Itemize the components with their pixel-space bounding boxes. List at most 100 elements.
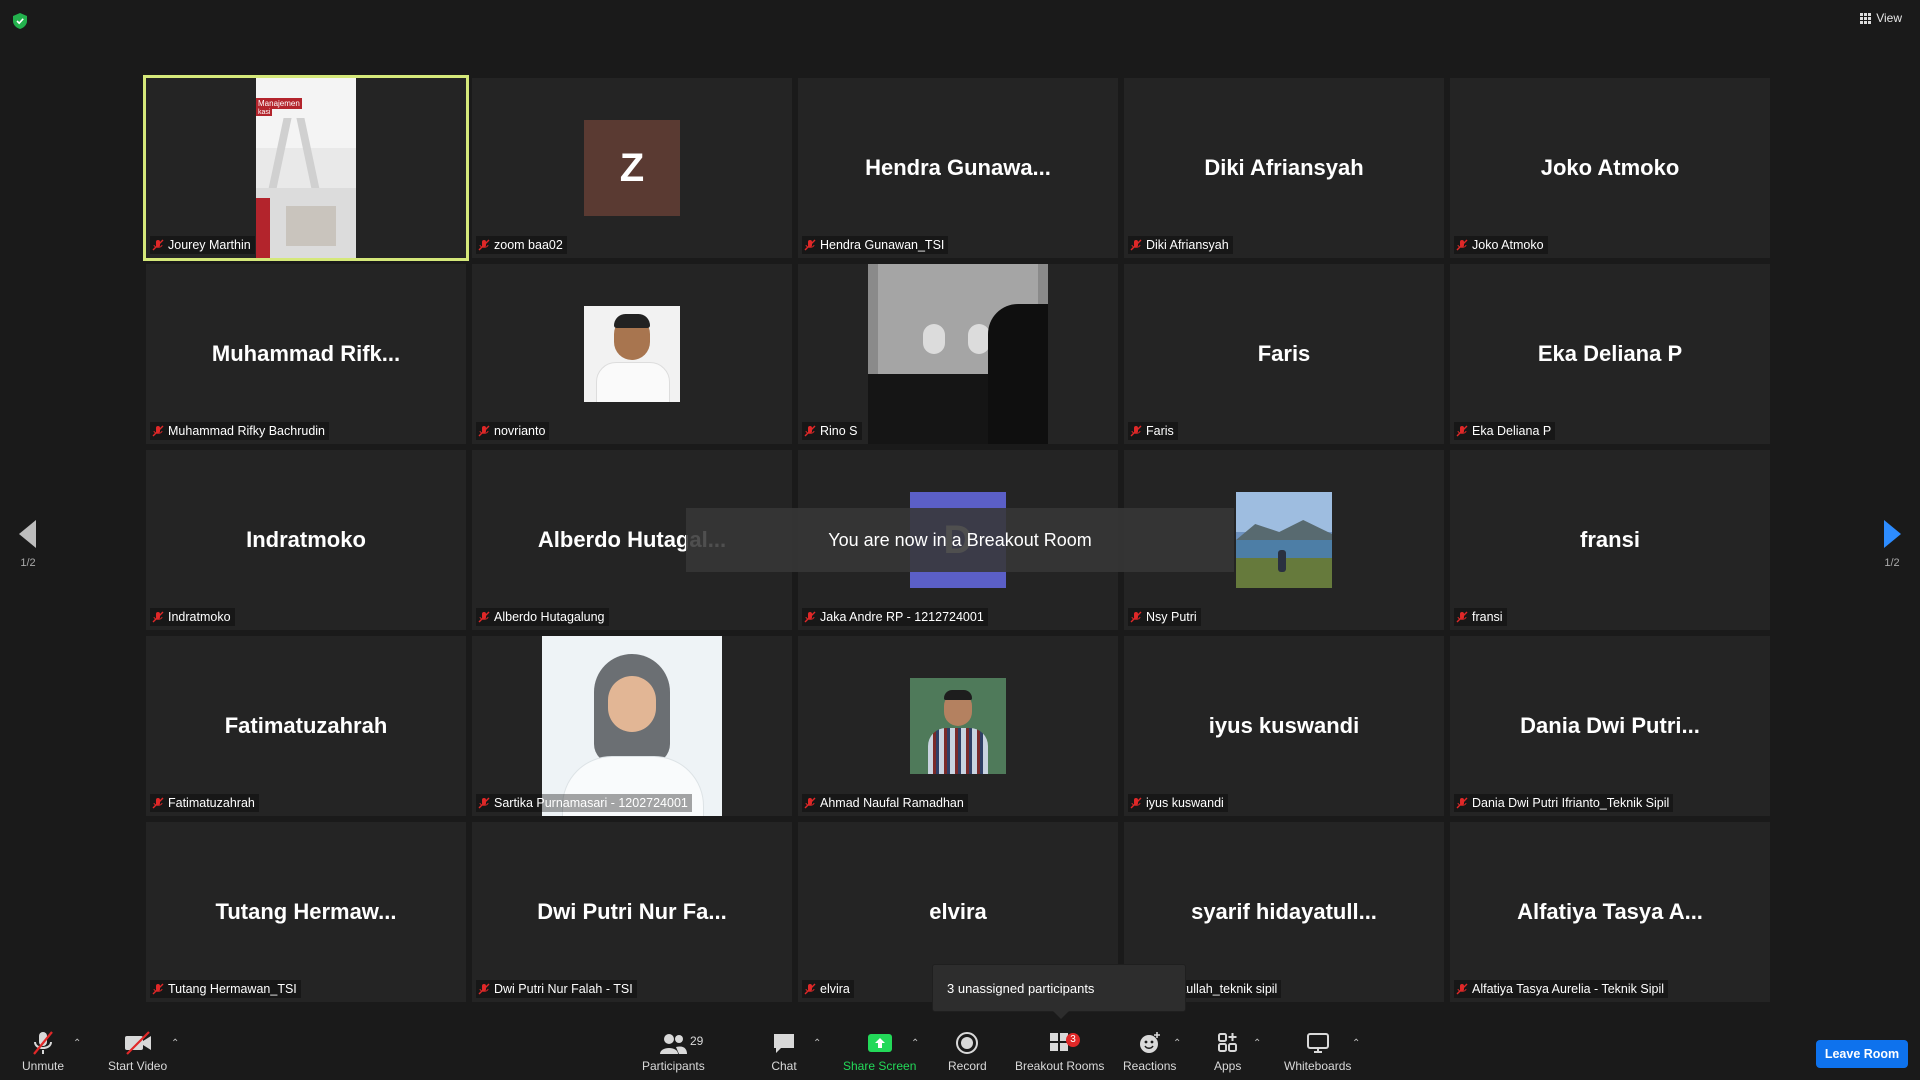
grid-view-icon — [1860, 12, 1872, 24]
mic-muted-icon — [804, 611, 816, 623]
participant-tile[interactable]: fransi fransi — [1450, 450, 1770, 630]
participant-tile[interactable]: Sartika Purnamasari - 1202724001 — [472, 636, 792, 816]
mic-muted-icon — [478, 425, 490, 437]
mic-muted-icon — [1130, 239, 1142, 251]
participant-tile[interactable]: Rino S — [798, 264, 1118, 444]
participant-display-name: Indratmoko — [246, 527, 366, 552]
participant-tile[interactable]: Tutang Hermaw... Tutang Hermawan_TSI — [146, 822, 466, 1002]
participant-display-name: Fatimatuzahrah — [224, 713, 388, 738]
next-page-button[interactable]: 1/2 — [1872, 520, 1912, 569]
leave-room-button[interactable]: Leave Room — [1816, 1040, 1908, 1068]
mic-muted-icon — [804, 797, 816, 809]
participant-name-label: Jourey Marthin — [150, 236, 255, 254]
participant-tile[interactable]: Eka Deliana P Eka Deliana P — [1450, 264, 1770, 444]
mic-muted-icon — [478, 983, 490, 995]
share-screen-icon — [867, 1034, 892, 1052]
chat-options-caret[interactable]: ⌃ — [813, 1038, 821, 1049]
participants-count: 29 — [690, 1034, 704, 1048]
participant-display-name: Dania Dwi Putri... — [1520, 713, 1700, 738]
participant-display-name: Eka Deliana P — [1537, 341, 1683, 366]
participant-tile[interactable]: Dwi Putri Nur Fa... Dwi Putri Nur Falah … — [472, 822, 792, 1002]
participant-display-name: Dwi Putri Nur Fa... — [537, 899, 727, 924]
participant-tile[interactable]: Manajemen kasi Jourey Marthin — [143, 75, 469, 261]
arrow-left-icon — [19, 520, 36, 548]
mic-muted-icon — [152, 611, 164, 623]
audio-options-caret[interactable]: ⌃ — [73, 1038, 81, 1049]
whiteboard-icon — [1306, 1033, 1329, 1053]
participant-name-label: Muhammad Rifky Bachrudin — [150, 422, 330, 440]
participant-tile[interactable]: Muhammad Rifk... Muhammad Rifky Bachrudi… — [146, 264, 466, 444]
participant-tile[interactable]: iyus kuswandi iyus kuswandi — [1124, 636, 1444, 816]
mic-muted-icon — [478, 239, 490, 251]
participant-name-label: Indratmoko — [150, 608, 235, 626]
participant-name-label: Dania Dwi Putri Ifrianto_Teknik Sipil — [1454, 794, 1674, 812]
mic-muted-icon — [152, 983, 164, 995]
participant-name-label: zoom baa02 — [476, 236, 567, 254]
apps-button[interactable]: Apps — [1214, 1030, 1241, 1073]
apps-icon — [1217, 1033, 1237, 1052]
mic-muted-icon — [478, 797, 490, 809]
participant-tile[interactable]: Faris Faris — [1124, 264, 1444, 444]
participant-display-name: Diki Afriansyah — [1204, 155, 1364, 180]
participants-icon — [660, 1034, 688, 1054]
participant-tile[interactable]: novrianto — [472, 264, 792, 444]
page-indicator-left: 1/2 — [20, 557, 36, 569]
participant-tile[interactable]: Joko Atmoko Joko Atmoko — [1450, 78, 1770, 258]
participant-video: Manajemen kasi — [256, 78, 356, 258]
participant-display-name: Tutang Hermaw... — [215, 899, 397, 924]
unmute-button[interactable]: Unmute — [22, 1030, 64, 1073]
unassigned-participants-tooltip: 3 unassigned participants — [932, 964, 1186, 1019]
view-label: View — [1876, 11, 1902, 25]
mic-muted-icon — [804, 425, 816, 437]
mic-muted-icon — [1130, 611, 1142, 623]
top-bar: View — [0, 0, 1920, 40]
participant-name-label: Ahmad Naufal Ramadhan — [802, 794, 968, 812]
breakout-rooms-badge: 3 — [1066, 1033, 1080, 1047]
breakout-rooms-button[interactable]: Breakout Rooms — [1015, 1030, 1104, 1073]
participant-name-label: Eka Deliana P — [1454, 422, 1556, 440]
participant-tile[interactable]: Fatimatuzahrah Fatimatuzahrah — [146, 636, 466, 816]
participant-name-label: Jaka Andre RP - 1212724001 — [802, 608, 988, 626]
video-off-icon — [124, 1031, 151, 1055]
participant-name-label: Nsy Putri — [1128, 608, 1201, 626]
mic-muted-icon — [1130, 425, 1142, 437]
participant-tile[interactable]: Ahmad Naufal Ramadhan — [798, 636, 1118, 816]
video-options-caret[interactable]: ⌃ — [171, 1038, 179, 1049]
record-icon — [956, 1032, 979, 1054]
reactions-options-caret[interactable]: ⌃ — [1173, 1038, 1181, 1049]
participant-name-label: Alfatiya Tasya Aurelia - Teknik Sipil — [1454, 980, 1668, 998]
participant-name-label: Joko Atmoko — [1454, 236, 1548, 254]
start-video-button[interactable]: Start Video — [108, 1030, 167, 1073]
participant-tile[interactable]: Z zoom baa02 — [472, 78, 792, 258]
participant-name-label: Diki Afriansyah — [1128, 236, 1233, 254]
participant-tile[interactable]: Hendra Gunawa... Hendra Gunawan_TSI — [798, 78, 1118, 258]
participant-tile[interactable]: Diki Afriansyah Diki Afriansyah — [1124, 78, 1444, 258]
participant-display-name: Alfatiya Tasya A... — [1517, 899, 1703, 924]
participant-tile[interactable]: Dania Dwi Putri... Dania Dwi Putri Ifria… — [1450, 636, 1770, 816]
profile-photo — [910, 678, 1006, 774]
participant-display-name: Faris — [1257, 341, 1311, 366]
whiteboard-options-caret[interactable]: ⌃ — [1352, 1038, 1360, 1049]
profile-photo — [542, 636, 722, 816]
overlay-text: Manajemen — [256, 98, 302, 109]
reactions-button[interactable]: Reactions — [1123, 1030, 1176, 1073]
arrow-right-icon — [1884, 520, 1901, 548]
mic-muted-icon — [1456, 239, 1468, 251]
encryption-shield-icon[interactable] — [13, 13, 27, 29]
previous-page-button[interactable]: 1/2 — [8, 520, 48, 569]
whiteboards-button[interactable]: Whiteboards — [1284, 1030, 1351, 1073]
chat-button[interactable]: Chat — [771, 1030, 797, 1073]
share-options-caret[interactable]: ⌃ — [911, 1038, 919, 1049]
record-button[interactable]: Record — [948, 1030, 987, 1073]
profile-photo — [1236, 492, 1332, 588]
mic-muted-icon — [33, 1031, 53, 1055]
profile-photo — [584, 306, 680, 402]
view-button[interactable]: View — [1860, 11, 1902, 25]
participant-tile[interactable]: Alfatiya Tasya A... Alfatiya Tasya Aurel… — [1450, 822, 1770, 1002]
participant-name-label: Rino S — [802, 422, 862, 440]
participant-tile[interactable]: Indratmoko Indratmoko — [146, 450, 466, 630]
apps-options-caret[interactable]: ⌃ — [1253, 1038, 1261, 1049]
share-screen-button[interactable]: Share Screen — [843, 1030, 916, 1073]
breakout-room-notification: You are now in a Breakout Room — [686, 508, 1234, 572]
overlay-text: kasi — [256, 109, 273, 116]
